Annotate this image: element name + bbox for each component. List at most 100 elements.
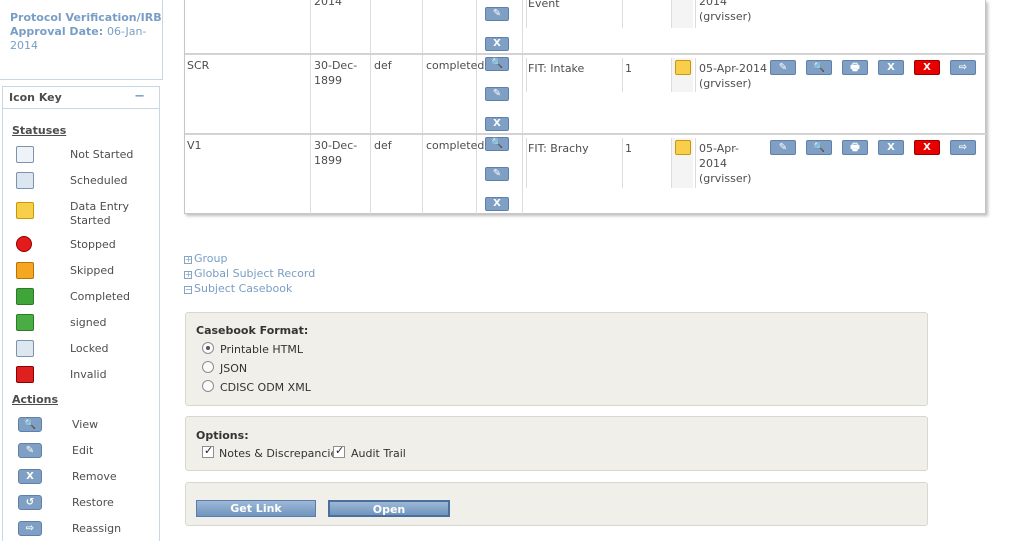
casebook-format-title: Casebook Format: — [196, 324, 309, 337]
open-button[interactable]: Open — [328, 500, 450, 517]
status-scheduled: Scheduled — [16, 172, 156, 194]
row-scr-remove-icon-2[interactable]: X — [878, 60, 904, 75]
status-label: signed — [70, 316, 107, 329]
options-title: Options: — [196, 429, 249, 442]
statuses-heading: Statuses — [12, 124, 67, 137]
notes-checkbox[interactable] — [202, 444, 214, 458]
get-link-button[interactable]: Get Link — [196, 500, 316, 517]
action-label: Edit — [72, 444, 94, 457]
status-label: Invalid — [70, 368, 107, 381]
casebook-page: Protocol Verification/IRB Approval Date:… — [0, 0, 1013, 541]
group-link-label: Group — [194, 252, 228, 265]
row-scr-print-icon[interactable]: 🖶 — [842, 60, 868, 75]
global-subject-record-link[interactable]: + Global Subject Record — [184, 267, 315, 280]
top-row-status-cell — [671, 0, 693, 28]
not-started-icon — [16, 146, 34, 163]
status-label: Completed — [70, 290, 130, 303]
row-scr-owner: def — [374, 59, 392, 72]
action-reassign: ⇨ Reassign — [16, 521, 156, 541]
status-label: Not Started — [70, 148, 134, 161]
row-v1-updated: 05-Apr- — [699, 142, 740, 155]
action-view: 🔍 View — [16, 417, 156, 439]
casebook-format-panel: Casebook Format: Printable HTML JSON CDI… — [185, 312, 928, 406]
icon-key-header: Icon Key − — [3, 87, 159, 109]
subject-casebook-link[interactable]: − Subject Casebook — [184, 282, 292, 295]
row-v1-print-icon[interactable]: 🖶 — [842, 140, 868, 155]
row-v1-crf: FIT: Brachy — [528, 142, 589, 155]
row-scr-date: 30-Dec- — [314, 59, 358, 72]
events-table: 2014 ✎ X Event 2014 (grvisser) SCR 30-De… — [184, 0, 986, 214]
status-label: Locked — [70, 342, 109, 355]
row-v1-delete-icon[interactable]: X — [914, 140, 940, 155]
row-v1-owner: def — [374, 139, 392, 152]
group-link[interactable]: + Group — [184, 252, 228, 265]
expand-icon: + — [184, 255, 192, 264]
row-scr-updated: 05-Apr-2014 — [699, 62, 768, 75]
action-edit: ✎ Edit — [16, 443, 156, 465]
stopped-icon — [16, 236, 32, 252]
row-v1-date-year: 1899 — [314, 154, 342, 167]
signed-icon — [16, 314, 34, 331]
notes-label: Notes & Discrepancies — [219, 447, 343, 460]
radio-button[interactable] — [202, 380, 214, 392]
status-label: Stopped — [70, 238, 116, 251]
radio-button[interactable] — [202, 342, 214, 354]
data-entry-started-icon[interactable] — [675, 60, 691, 75]
row-v1-remove-icon-2[interactable]: X — [878, 140, 904, 155]
audit-trail-checkbox[interactable] — [333, 444, 345, 458]
collapse-icon[interactable]: − — [134, 89, 145, 104]
action-label: Restore — [72, 496, 114, 509]
row-scr-updated-cell — [695, 58, 696, 92]
row-divider — [185, 133, 986, 135]
row-scr-view-icon[interactable]: 🔍 — [485, 57, 509, 71]
row-v1-crf-cell — [526, 138, 527, 188]
row-v1-version: 1 — [625, 142, 632, 155]
column-divider — [310, 0, 311, 214]
row-scr-enter-data-icon[interactable]: ✎ — [770, 60, 796, 75]
column-divider — [370, 0, 371, 214]
row-v1-view-icon-2[interactable]: 🔍 — [806, 140, 832, 155]
action-remove: X Remove — [16, 469, 156, 491]
invalid-icon — [16, 366, 34, 383]
row-v1-edit-icon[interactable]: ✎ — [485, 167, 509, 181]
top-row-remove-icon[interactable]: X — [485, 37, 509, 51]
edit-icon: ✎ — [18, 443, 42, 458]
icon-key-title: Icon Key — [9, 91, 62, 104]
column-divider — [476, 0, 477, 214]
row-v1-date: 30-Dec- — [314, 139, 358, 152]
remove-icon: X — [18, 469, 42, 484]
row-scr-date-year: 1899 — [314, 74, 342, 87]
column-divider — [522, 0, 523, 214]
radio-label: CDISC ODM XML — [220, 381, 311, 394]
view-icon: 🔍 — [18, 417, 42, 432]
top-row-version-cell — [622, 0, 623, 28]
status-data-entry-started: Data Entry Started — [16, 198, 156, 228]
row-v1-status: completed — [426, 139, 485, 152]
top-row-edit-icon[interactable]: ✎ — [485, 7, 509, 21]
row-v1-remove-icon[interactable]: X — [485, 197, 509, 211]
row-scr-remove-icon[interactable]: X — [485, 117, 509, 131]
row-scr-event: SCR — [187, 59, 210, 72]
row-v1-updated-year: 2014 — [699, 157, 727, 170]
row-scr-crf: FIT: Intake — [528, 62, 585, 75]
global-subject-record-label: Global Subject Record — [194, 267, 316, 280]
radio-label: Printable HTML — [220, 343, 303, 356]
radio-button[interactable] — [202, 361, 214, 373]
row-v1-reassign-icon[interactable]: ⇨ — [950, 140, 976, 155]
status-skipped: Skipped — [16, 262, 156, 284]
row-v1-view-icon[interactable]: 🔍 — [485, 137, 509, 151]
status-not-started: Not Started — [16, 146, 156, 168]
row-v1-updated-user: (grvisser) — [699, 172, 752, 185]
row-scr-edit-icon[interactable]: ✎ — [485, 87, 509, 101]
data-entry-started-icon[interactable] — [675, 140, 691, 155]
actions-panel: Get Link Open — [185, 482, 928, 526]
row-v1-enter-data-icon[interactable]: ✎ — [770, 140, 796, 155]
row-scr-reassign-icon[interactable]: ⇨ — [950, 60, 976, 75]
completed-icon — [16, 288, 34, 305]
skipped-icon — [16, 262, 34, 279]
row-scr-status: completed — [426, 59, 485, 72]
action-label: Remove — [72, 470, 117, 483]
row-scr-view-icon-2[interactable]: 🔍 — [806, 60, 832, 75]
status-completed: Completed — [16, 288, 156, 310]
row-scr-delete-icon[interactable]: X — [914, 60, 940, 75]
